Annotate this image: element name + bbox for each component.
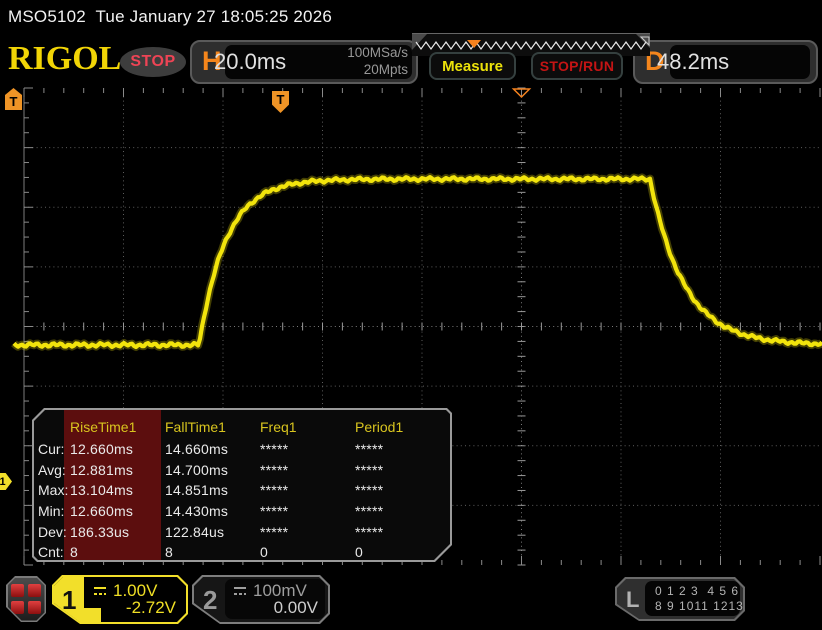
row-label-cnt: Cnt: (38, 544, 64, 561)
measure-value: ***** (355, 523, 384, 540)
row-label-max: Max: (38, 482, 69, 499)
logic-row-0-7: 0 1 2 3 4 5 6 7 (655, 583, 752, 598)
measure-value: 14.700ms (165, 461, 229, 478)
channel1-number: 1 (62, 585, 77, 615)
measure-value: ***** (260, 441, 289, 458)
dc-coupling-icon (92, 585, 108, 597)
measure-value: ***** (355, 461, 384, 478)
measure-value: 12.660ms (70, 503, 134, 520)
measure-value: 0 (355, 544, 363, 561)
measure-value: 8 (165, 544, 173, 561)
measure-col-period1[interactable]: Period1 (355, 414, 448, 439)
measure-value: ***** (260, 523, 289, 540)
measure-value: 122.84us (165, 523, 225, 540)
delay-box[interactable]: D 48.2ms (633, 40, 818, 84)
oscilloscope-screen: MSO5102 Tue January 27 18:05:25 2026 RIG… (0, 0, 822, 630)
measure-value: ***** (355, 503, 384, 520)
stop-run-button[interactable]: STOP/RUN (531, 52, 623, 80)
sample-rate: 100MSa/s (347, 45, 408, 60)
row-label-cur: Cur: (38, 441, 65, 458)
measure-col-freq1[interactable]: Freq1 (260, 414, 355, 439)
delay-value: 48.2ms (657, 49, 730, 74)
channel2-number: 2 (203, 585, 218, 615)
channel1-offset: -2.72V (125, 598, 176, 617)
measure-value: ***** (355, 441, 384, 458)
measure-value: 14.430ms (165, 503, 229, 520)
rigol-logo: RIGOL (8, 40, 122, 77)
measurement-panel[interactable]: RiseTime1 FallTime1 Freq1 Period1 Cur: 1… (32, 408, 452, 562)
channel1-badge[interactable]: 1 1.00V -2.72V (52, 575, 188, 624)
run-state-badge: STOP (120, 47, 186, 77)
logic-label: L (626, 587, 640, 612)
measure-value: 13.104ms (70, 482, 134, 499)
logic-row-8-15: 8 9 1011 12131415 (655, 598, 775, 613)
menu-grid-icon[interactable] (6, 576, 46, 622)
channel2-badge[interactable]: 2 100mV 0.00V (192, 575, 330, 624)
timebase-value: 20.0ms (214, 49, 287, 74)
measurement-table: RiseTime1 FallTime1 Freq1 Period1 Cur: 1… (38, 414, 448, 563)
measure-value: ***** (260, 503, 289, 520)
row-label-min: Min: (38, 503, 65, 520)
dc-coupling-icon (232, 585, 248, 597)
measure-value: 12.660ms (70, 441, 134, 458)
row-label-avg: Avg: (38, 461, 66, 478)
measure-value: ***** (260, 461, 289, 478)
measure-value: 14.660ms (165, 441, 229, 458)
measure-value: 186.33us (70, 523, 130, 540)
measure-button[interactable]: Measure (429, 52, 516, 80)
measure-col-risetime1[interactable]: RiseTime1 (70, 414, 165, 439)
memory-depth: 20Mpts (363, 62, 408, 77)
measure-value: 0 (260, 544, 268, 561)
horizontal-timebase-box[interactable]: H 20.0ms 100MSa/s 20Mpts (190, 40, 418, 84)
waveform-display-area[interactable]: T T 1 RiseTime1 FallTime1 Freq1 Period1 … (0, 86, 822, 566)
measure-value: 12.881ms (70, 461, 134, 478)
channel2-offset: 0.00V (273, 598, 318, 617)
measure-value: 8 (70, 544, 78, 561)
measure-col-falltime1[interactable]: FallTime1 (165, 414, 260, 439)
logic-channels-badge[interactable]: L 0 1 2 3 4 5 6 7 8 9 1011 12131415 (615, 577, 745, 621)
row-label-dev: Dev: (38, 523, 67, 540)
model-and-datetime: MSO5102 Tue January 27 18:05:25 2026 (8, 7, 333, 26)
measure-value: 14.851ms (165, 482, 229, 499)
measure-value: ***** (260, 482, 289, 499)
measure-value: ***** (355, 482, 384, 499)
